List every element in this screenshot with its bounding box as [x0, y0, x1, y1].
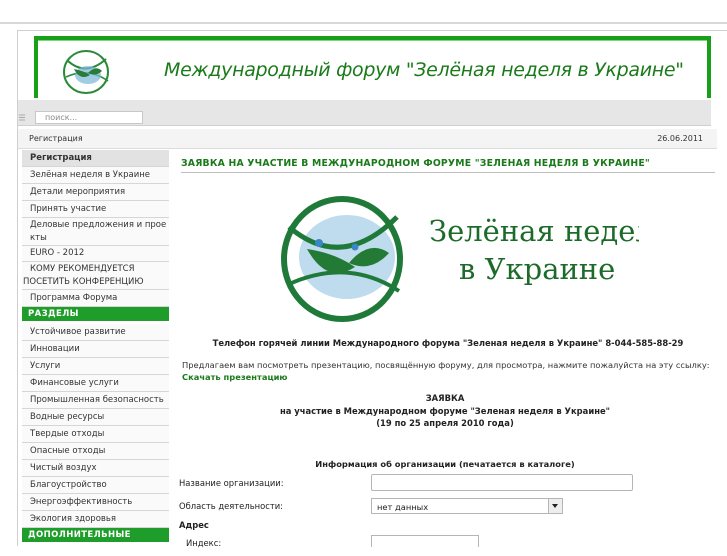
sidebar-item-services[interactable]: Услуги	[22, 358, 169, 375]
page-title: ЗАЯВКА НА УЧАСТИЕ В МЕЖДУНАРОДНОМ ФОРУМЕ…	[181, 158, 650, 169]
sidebar-item-solid-waste[interactable]: Твердые отходы	[22, 426, 169, 443]
sidebar-item-hazardous-waste[interactable]: Опасные отходы	[22, 443, 169, 460]
activity-label: Область деятельности:	[179, 501, 283, 511]
sidebar-item-euro-2012[interactable]: EURO - 2012	[22, 246, 169, 262]
activity-select-value: нет данных	[377, 502, 429, 512]
request-subtitle: на участие в Международном форуме "Зелен…	[279, 406, 611, 416]
org-name-input[interactable]	[371, 474, 633, 491]
header-inner: Международный форум "Зелёная неделя в Ук…	[38, 40, 707, 98]
sidebar-item-energy-efficiency[interactable]: Энергоэффективность	[22, 494, 169, 511]
sidebar-item-participate[interactable]: Принять участие	[22, 201, 169, 218]
request-dates: (19 по 25 апреля 2010 года)	[376, 418, 514, 428]
sidebar-item-registration[interactable]: Регистрация	[22, 150, 169, 167]
globe-logo-icon[interactable]	[58, 47, 114, 97]
sidebar-item-business-proposals[interactable]: Деловые предложения и проекты	[22, 218, 169, 246]
sidebar: Регистрация Зелёная неделя в Украине Дет…	[22, 150, 169, 554]
sidebar-item-water-resources[interactable]: Водные ресурсы	[22, 409, 169, 426]
search-input[interactable]: поиск...	[35, 111, 143, 124]
org-info-heading: Информация об организации (печатается в …	[315, 459, 575, 469]
banner-line-1: Зелёная неделя	[429, 214, 639, 248]
chevron-down-icon[interactable]	[548, 499, 562, 513]
sidebar-item-event-details[interactable]: Детали мероприятия	[22, 184, 169, 201]
site-header: Международный форум "Зелёная неделя в Ук…	[34, 36, 711, 98]
index-label: Индекс:	[186, 538, 222, 548]
current-date: 26.06.2011	[657, 134, 703, 143]
search-bar: поиск...	[18, 100, 711, 126]
breadcrumb-bar: Регистрация 26.06.2011	[18, 129, 717, 149]
download-presentation-link[interactable]: Скачать презентацию	[182, 372, 287, 382]
sidebar-section-razdely: РАЗДЕЛЫ	[22, 307, 169, 322]
sidebar-item-green-week[interactable]: Зелёная неделя в Украине	[22, 167, 169, 184]
sidebar-item-industrial-safety[interactable]: Промышленная безопасность	[22, 392, 169, 409]
sidebar-item-health-ecology[interactable]: Экология здоровья	[22, 511, 169, 528]
banner-line-2: в Украине	[459, 252, 615, 286]
site-title: Международный форум "Зелёная неделя в Ук…	[164, 59, 684, 81]
breadcrumb[interactable]: Регистрация	[29, 134, 83, 143]
request-title: ЗАЯВКА	[425, 393, 465, 403]
title-divider	[181, 172, 715, 173]
forum-banner-image: Зелёная неделя в Украине	[257, 187, 639, 327]
sidebar-item-recommended[interactable]: КОМУ РЕКОМЕНДУЕТСЯ ПОСЕТИТЬ КОНФЕРЕНЦИЮ	[22, 262, 169, 290]
sidebar-item-innovations[interactable]: Инновации	[22, 341, 169, 358]
index-input[interactable]	[371, 535, 479, 547]
sidebar-item-program[interactable]: Программа Форума	[22, 290, 169, 307]
sidebar-item-landscaping[interactable]: Благоустройство	[22, 477, 169, 494]
hotline-text: Телефон горячей линии Международного фор…	[212, 338, 684, 348]
sidebar-item-financial-services[interactable]: Финансовые услуги	[22, 375, 169, 392]
address-label: Адрес	[179, 520, 209, 530]
top-divider	[0, 22, 727, 24]
sidebar-section-extra-services: ДОПОЛНИТЕЛЬНЫЕ УСЛУГИ	[22, 528, 169, 554]
search-icon	[19, 114, 25, 121]
activity-select[interactable]: нет данных	[371, 498, 563, 514]
intro-text: Предлагаем вам посмотреть презентацию, п…	[182, 360, 710, 370]
sidebar-item-clean-air[interactable]: Чистый воздух	[22, 460, 169, 477]
sidebar-item-sustainable-development[interactable]: Устойчивое развитие	[22, 324, 169, 341]
org-name-label: Название организации:	[179, 478, 284, 488]
